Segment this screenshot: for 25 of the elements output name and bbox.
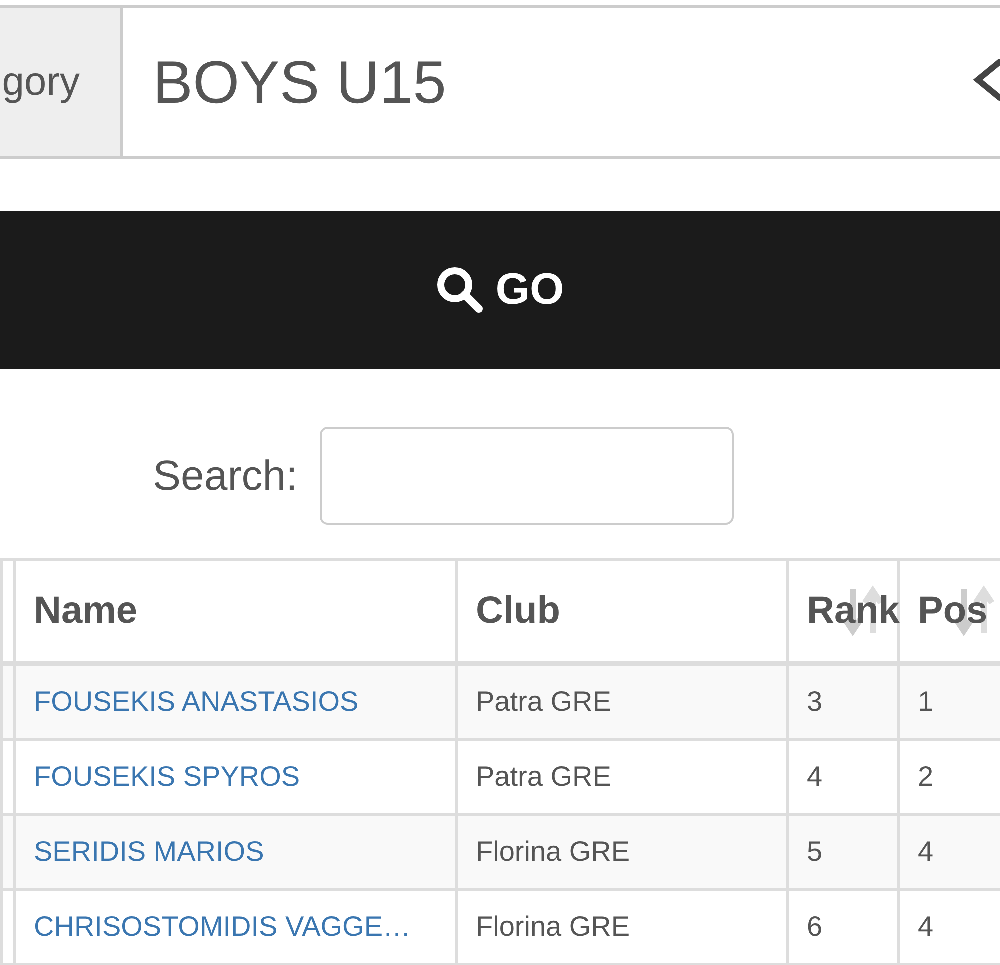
table-cell: Florina GRE (456, 814, 788, 890)
table-cell: Patra GRE (456, 664, 788, 740)
table-cell: Patra GRE (456, 740, 788, 814)
table-cell: 4 (898, 890, 1000, 964)
player-link[interactable]: CHRISOSTOMIDIS VAGGE… (34, 911, 412, 942)
table-cell: 3 (788, 664, 898, 740)
column-header[interactable]: Club (456, 560, 788, 664)
column-header[interactable]: Rank (788, 560, 898, 664)
table-cell: 1 (898, 664, 1000, 740)
table-cell: 4 (788, 740, 898, 814)
go-button[interactable]: GO (0, 211, 1000, 369)
search-icon (436, 266, 484, 314)
player-link[interactable]: FOUSEKIS SPYROS (34, 761, 300, 792)
table-cell: 6 (788, 890, 898, 964)
table-cell: 2 (898, 740, 1000, 814)
search-field[interactable] (320, 427, 734, 525)
table-cell: 4 (898, 814, 1000, 890)
table-cell: 5 (788, 814, 898, 890)
player-link[interactable]: FOUSEKIS ANASTASIOS (34, 686, 359, 717)
column-header[interactable]: Name (14, 560, 456, 664)
field-label: gory (0, 8, 123, 156)
column-header[interactable]: Pos (898, 560, 1000, 664)
player-link[interactable]: SERIDIS MARIOS (34, 836, 264, 867)
table-cell: Florina GRE (456, 890, 788, 964)
search-label: Search: (153, 452, 298, 500)
